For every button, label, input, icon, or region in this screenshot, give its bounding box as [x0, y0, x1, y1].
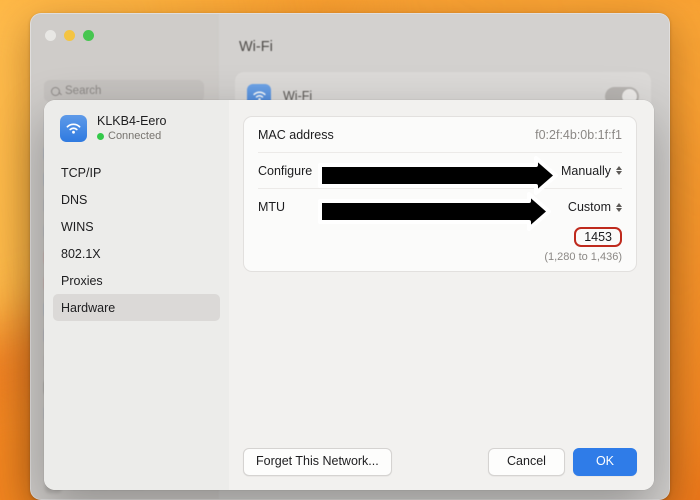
network-name: KLKB4-Eero	[97, 114, 167, 128]
zoom-button[interactable]	[83, 30, 94, 41]
network-header: KLKB4-Eero Connected	[44, 114, 229, 143]
mtu-range-hint: (1,280 to 1,436)	[544, 251, 622, 263]
network-details-sheet: KLKB4-Eero Connected TCP/IP DNS WINS 802…	[44, 100, 654, 490]
wifi-icon	[60, 115, 87, 143]
mac-address-value: f0:2f:4b:0b:1f:f1	[535, 127, 622, 142]
status-dot-icon	[97, 133, 104, 140]
configure-row: Configure Manually	[258, 153, 622, 189]
hardware-settings-panel: MAC address f0:2f:4b:0b:1f:f1 Configure …	[243, 116, 637, 272]
minimize-button[interactable]	[64, 30, 75, 41]
sidebar-item-hardware[interactable]: Hardware	[53, 294, 220, 322]
search-input[interactable]: Search	[44, 80, 204, 102]
search-placeholder: Search	[65, 85, 102, 97]
close-button[interactable]	[45, 30, 56, 41]
mtu-row: MTU Custom	[258, 189, 622, 225]
sidebar-item-label: WINS	[61, 219, 94, 234]
sidebar-item-label: DNS	[61, 192, 88, 207]
network-status-label: Connected	[108, 129, 162, 142]
sheet-sidebar: KLKB4-Eero Connected TCP/IP DNS WINS 802…	[44, 100, 229, 490]
mac-address-label: MAC address	[258, 127, 334, 142]
sheet-footer: Forget This Network... Cancel OK	[229, 448, 654, 490]
mtu-value-field[interactable]: 1453	[574, 227, 622, 247]
sidebar-item-tcpip[interactable]: TCP/IP	[53, 159, 220, 186]
ok-button[interactable]: OK	[572, 448, 637, 476]
configure-label: Configure	[258, 163, 313, 178]
search-icon	[51, 86, 60, 96]
window-controls	[45, 30, 94, 41]
sidebar-item-dns[interactable]: DNS	[53, 186, 220, 213]
page-title: Wi-Fi	[239, 39, 273, 55]
sidebar-item-label: Hardware	[61, 300, 116, 315]
chevron-updown-icon	[616, 202, 622, 212]
network-status: Connected	[97, 130, 166, 144]
cancel-button[interactable]: Cancel	[488, 448, 565, 476]
mtu-label: MTU	[258, 200, 286, 214]
sidebar-item-proxies[interactable]: Proxies	[53, 267, 220, 294]
sheet-main: MAC address f0:2f:4b:0b:1f:f1 Configure …	[229, 100, 654, 490]
sidebar-item-label: TCP/IP	[61, 165, 102, 180]
configure-dropdown[interactable]: Manually	[561, 164, 622, 178]
configure-value: Manually	[560, 163, 611, 178]
sidebar-item-label: 802.1X	[61, 246, 101, 261]
sidebar-item-8021x[interactable]: 802.1X	[53, 240, 220, 267]
chevron-updown-icon	[616, 166, 622, 175]
mtu-dropdown[interactable]: Custom	[568, 200, 622, 214]
mtu-custom-area: 1453 (1,280 to 1,436)	[258, 225, 622, 271]
sidebar-item-label: Proxies	[61, 273, 103, 288]
forget-network-button[interactable]: Forget This Network...	[243, 448, 392, 476]
mtu-mode-value: Custom	[567, 200, 611, 214]
mac-address-row: MAC address f0:2f:4b:0b:1f:f1	[258, 117, 622, 153]
sidebar-item-wins[interactable]: WINS	[53, 213, 220, 240]
